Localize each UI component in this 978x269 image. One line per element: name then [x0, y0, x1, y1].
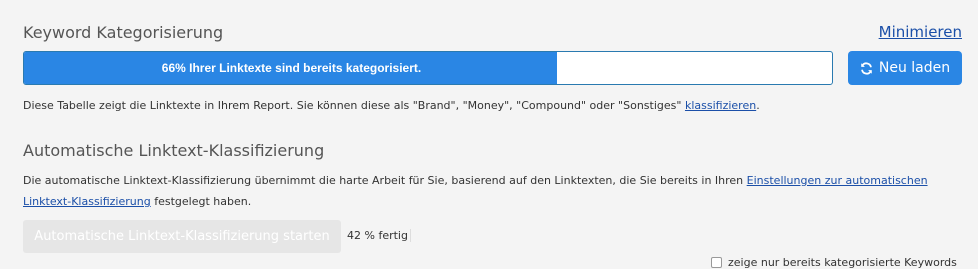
auto-description-end: festgelegt haben.: [154, 195, 252, 208]
reload-button-label: Neu laden: [878, 60, 951, 76]
auto-classification-description: Die automatische Linktext-Klassifizierun…: [23, 170, 958, 212]
classify-link[interactable]: klassifizieren: [685, 99, 756, 112]
keyword-description: Diese Tabelle zeigt die Linktexte in Ihr…: [23, 95, 760, 116]
filter-categorized-label: zeige nur bereits kategorisierte Keyword…: [728, 256, 957, 269]
start-auto-classification-button[interactable]: Automatische Linktext-Klassifizierung st…: [23, 220, 341, 253]
categorization-progress-bar: 66% Ihrer Linktexte sind bereits kategor…: [23, 51, 833, 85]
auto-classification-progress-status: 42 % fertig: [347, 229, 411, 242]
filter-categorized-checkbox[interactable]: [711, 257, 722, 268]
progress-bar-text: 66% Ihrer Linktexte sind bereits kategor…: [161, 61, 422, 75]
filter-categorized-row[interactable]: zeige nur bereits kategorisierte Keyword…: [711, 256, 957, 269]
section-title-auto-classification: Automatische Linktext-Klassifizierung: [23, 141, 325, 160]
keyword-description-end: .: [756, 99, 760, 112]
refresh-icon: [860, 61, 873, 75]
minimize-link[interactable]: Minimieren: [879, 23, 962, 41]
reload-button[interactable]: Neu laden: [848, 51, 962, 85]
auto-description-text: Die automatische Linktext-Klassifizierun…: [23, 174, 744, 187]
keyword-description-text: Diese Tabelle zeigt die Linktexte in Ihr…: [23, 99, 682, 112]
section-title-keyword-categorization: Keyword Kategorisierung: [23, 23, 224, 42]
